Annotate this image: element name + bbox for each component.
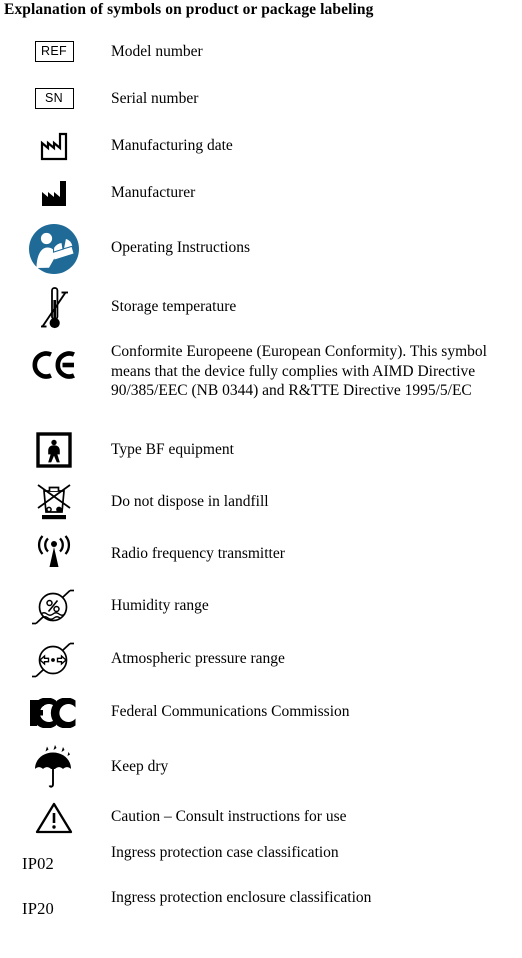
symbol-cell [0, 169, 108, 216]
symbol-cell [0, 122, 108, 169]
description-text: Federal Communications Commission [111, 703, 350, 720]
description-cell: Ingress protection case classification [108, 841, 522, 863]
symbol-cell [0, 281, 108, 334]
symbol-cell [0, 739, 108, 794]
table-row: Do not dispose in landfill [0, 476, 522, 528]
symbol-cell: IP02 [0, 841, 108, 886]
description-cell: Ingress protection enclosure classificat… [108, 886, 522, 908]
description-text: Ingress protection case classification [111, 844, 339, 861]
table-row: IP02 Ingress protection case classificat… [0, 841, 522, 886]
description-cell: Federal Communications Commission [108, 686, 522, 722]
humidity-range-icon [31, 586, 77, 628]
caution-triangle-icon [34, 801, 74, 835]
description-text: Atmospheric pressure range [111, 650, 285, 667]
manufacturer-icon [37, 178, 71, 208]
description-cell: Manufacturing date [108, 122, 522, 156]
description-text: Caution – Consult instructions for use [111, 808, 347, 825]
description-text: Serial number [111, 90, 199, 107]
description-cell: Storage temperature [108, 281, 522, 317]
description-cell: Conformite Europeene (European Conformit… [108, 334, 522, 401]
keep-dry-icon [31, 744, 77, 790]
symbol-cell [0, 424, 108, 476]
description-text: Humidity range [111, 597, 209, 614]
description-cell: Operating Instructions [108, 216, 522, 258]
table-row: Storage temperature [0, 281, 522, 334]
symbol-cell [0, 794, 108, 841]
description-text: Ingress protection enclosure classificat… [111, 889, 372, 906]
symbol-cell: REF [0, 28, 108, 75]
description-cell: Manufacturer [108, 169, 522, 203]
atmospheric-pressure-range-icon [31, 639, 77, 681]
ce-mark-icon [31, 350, 77, 380]
table-row: Keep dry [0, 739, 522, 794]
operating-instructions-icon [28, 223, 80, 275]
table-row: Type BF equipment [0, 424, 522, 476]
storage-temperature-icon [37, 284, 71, 332]
do-not-dispose-landfill-icon [34, 481, 74, 523]
description-text: Storage temperature [111, 298, 237, 315]
table-row: Federal Communications Commission [0, 686, 522, 739]
table-row: Atmospheric pressure range [0, 633, 522, 686]
ip02-symbol: IP02 [22, 853, 54, 873]
symbol-legend-table: REF Model number SN Serial number Manufa… [0, 28, 522, 931]
description-cell: Do not dispose in landfill [108, 476, 522, 512]
ref-symbol: REF [34, 40, 74, 63]
symbol-cell [0, 633, 108, 686]
manufacturing-date-icon [37, 131, 71, 161]
description-text: Manufacturer [111, 184, 196, 201]
description-cell: Humidity range [108, 580, 522, 616]
page-title: Explanation of symbols on product or pac… [4, 1, 374, 18]
description-text: Do not dispose in landfill [111, 493, 269, 510]
description-cell: Radio frequency transmitter [108, 528, 522, 564]
description-cell: Model number [108, 28, 522, 62]
table-row: Caution – Consult instructions for use [0, 794, 522, 841]
symbol-cell [0, 686, 108, 739]
fcc-logo-icon [29, 697, 79, 728]
description-cell: Serial number [108, 75, 522, 109]
table-row: SN Serial number [0, 75, 522, 122]
description-cell: Atmospheric pressure range [108, 633, 522, 669]
description-text: Model number [111, 43, 203, 60]
symbol-cell: IP20 [0, 886, 108, 931]
symbol-cell [0, 334, 108, 424]
description-text: Operating Instructions [111, 239, 251, 256]
sn-symbol: SN [34, 87, 74, 110]
description-text: Conformite Europeene (European Conformit… [111, 343, 487, 399]
table-row: Manufacturing date [0, 122, 522, 169]
symbol-cell: SN [0, 75, 108, 122]
description-text: Radio frequency transmitter [111, 545, 285, 562]
radio-frequency-transmitter-icon [33, 535, 75, 573]
description-text: Type BF equipment [111, 441, 234, 458]
table-row: REF Model number [0, 28, 522, 75]
symbol-cell [0, 580, 108, 633]
symbol-cell [0, 216, 108, 281]
type-bf-equipment-icon [36, 432, 72, 468]
ip20-symbol: IP20 [22, 898, 54, 918]
table-row: Radio frequency transmitter [0, 528, 522, 580]
symbol-cell [0, 476, 108, 528]
description-cell: Keep dry [108, 739, 522, 777]
description-text: Manufacturing date [111, 137, 233, 154]
table-row: Manufacturer [0, 169, 522, 216]
description-cell: Caution – Consult instructions for use [108, 794, 522, 827]
table-row: Conformite Europeene (European Conformit… [0, 334, 522, 424]
table-row: Operating Instructions [0, 216, 522, 281]
description-cell: Type BF equipment [108, 424, 522, 460]
description-text: Keep dry [111, 758, 169, 775]
symbol-cell [0, 528, 108, 580]
table-row: IP20 Ingress protection enclosure classi… [0, 886, 522, 931]
table-row: Humidity range [0, 580, 522, 633]
